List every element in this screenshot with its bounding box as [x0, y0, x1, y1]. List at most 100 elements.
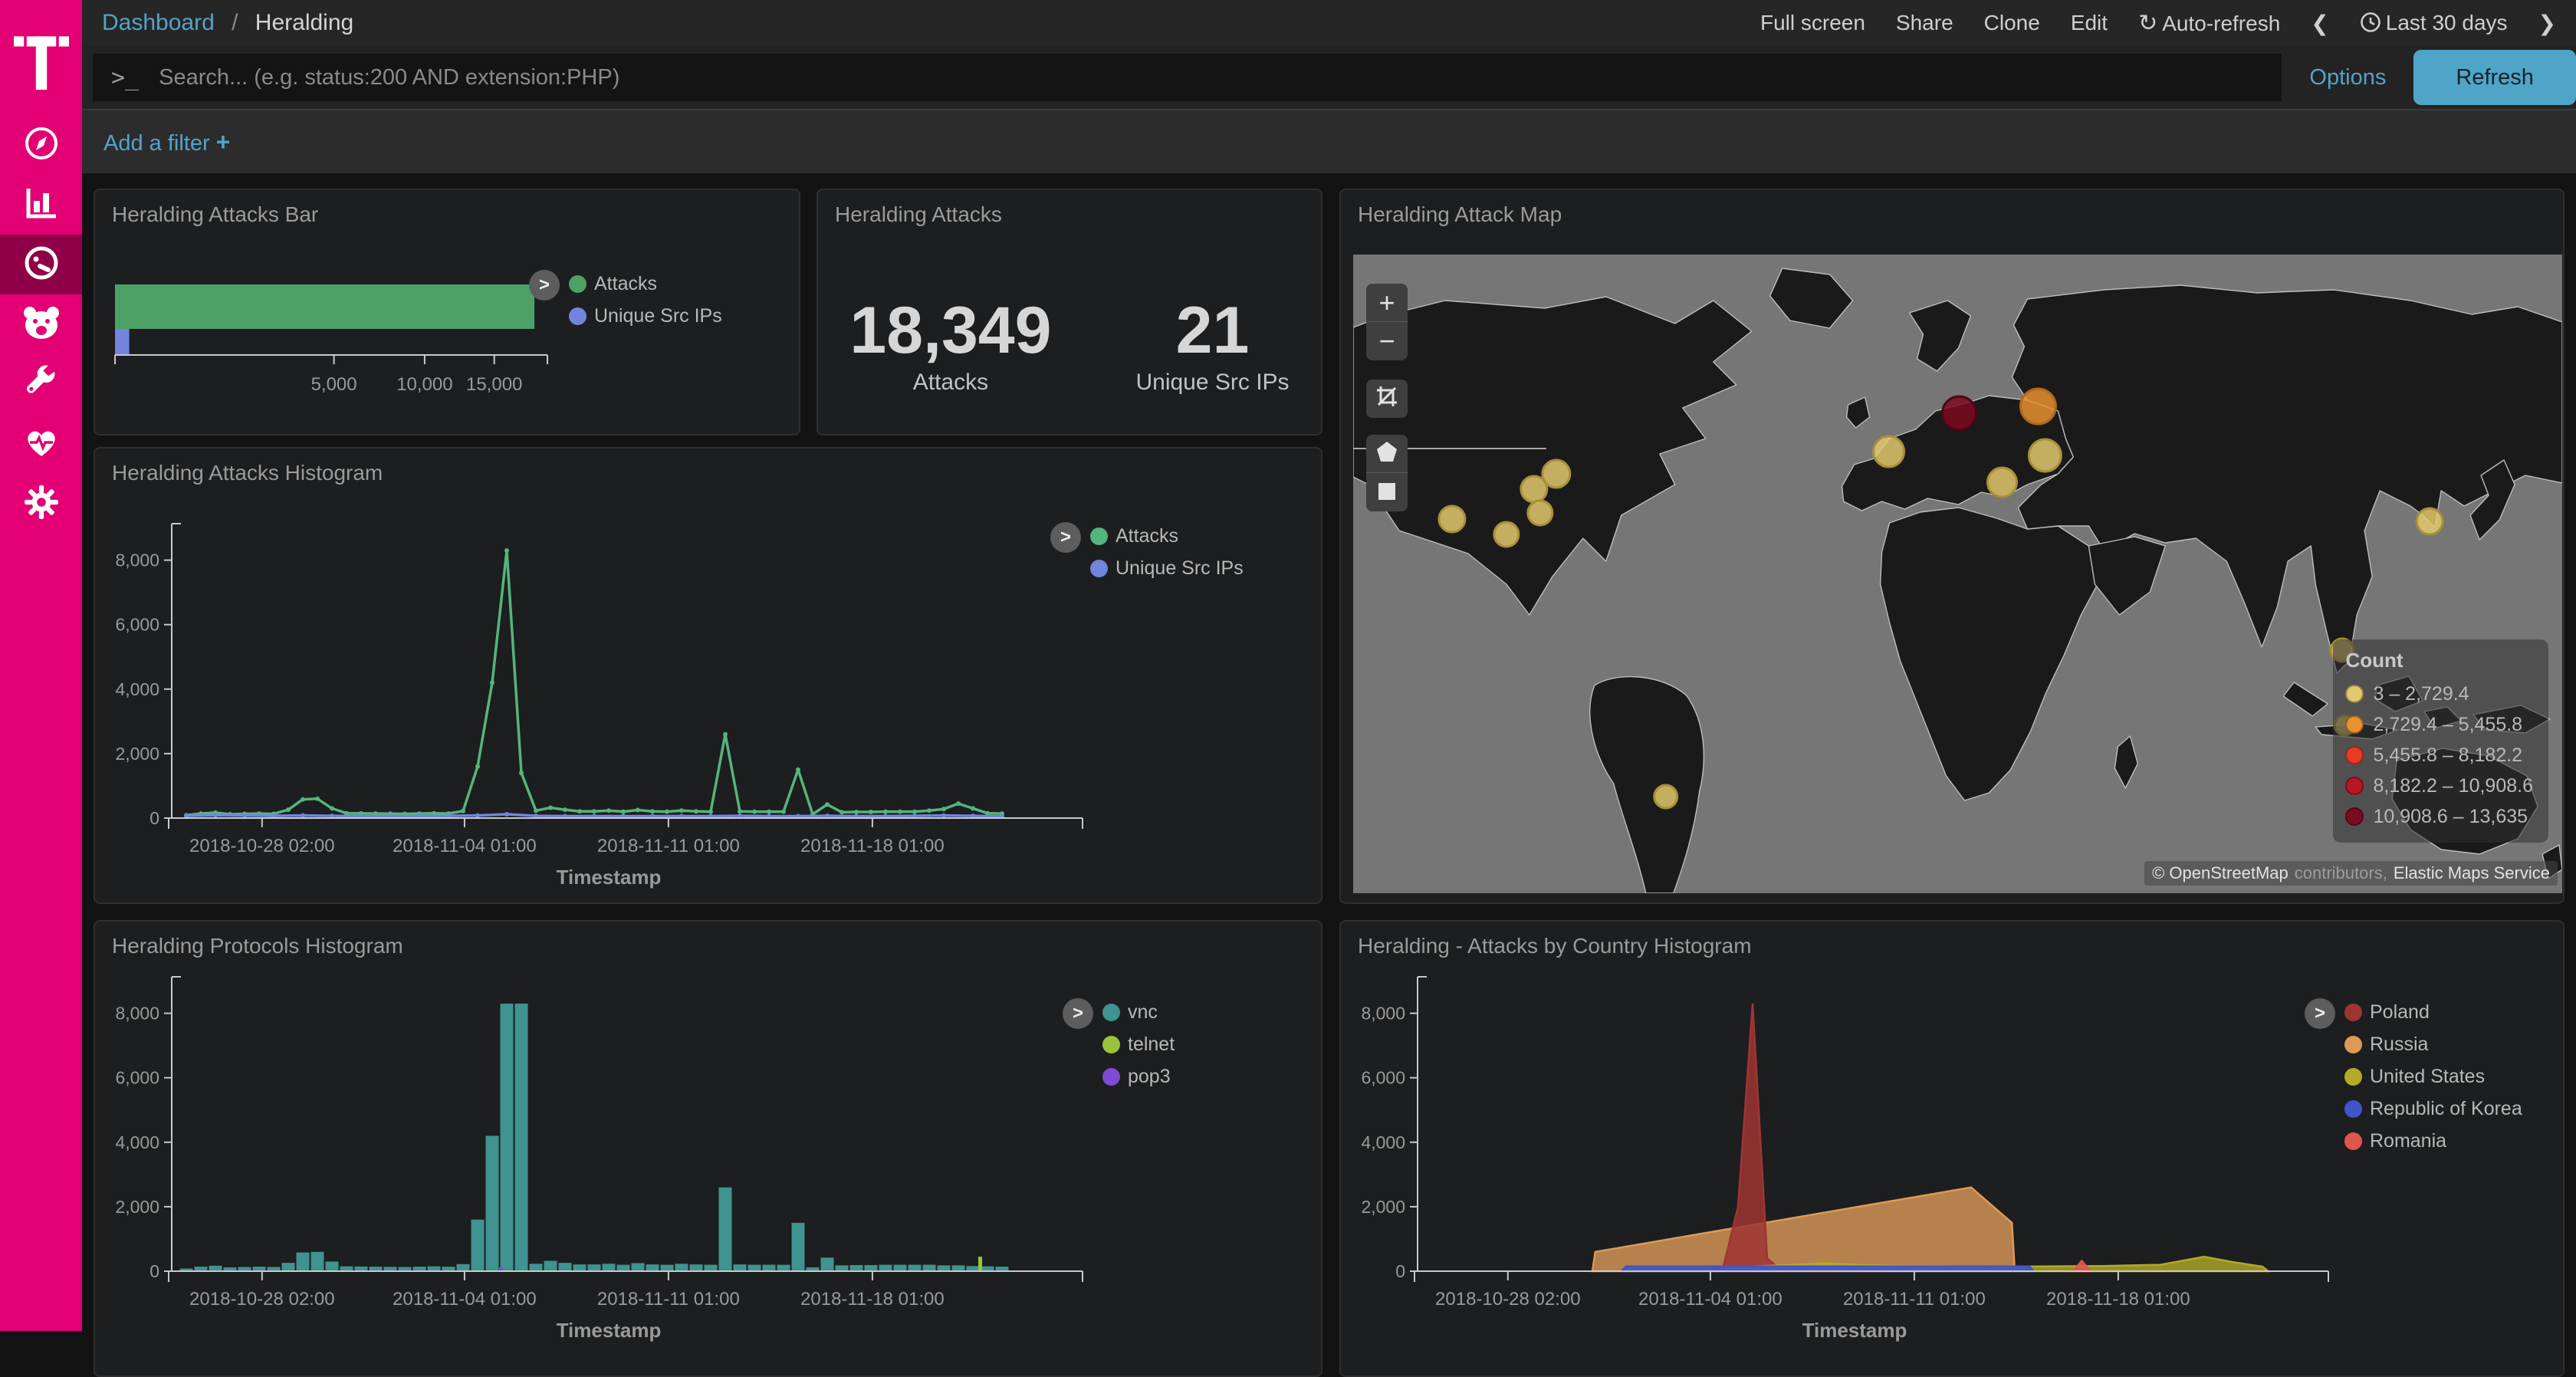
svg-text:2018-11-11 01:00: 2018-11-11 01:00 [597, 836, 740, 856]
bar-chart-icon [24, 186, 59, 225]
options-link[interactable]: Options [2309, 65, 2386, 90]
series-color-dot [2344, 1036, 2362, 1053]
world-map[interactable]: + − Count 3 – 2,729.42,729.4 – 5,455.85,… [1353, 255, 2562, 893]
svg-text:Timestamp: Timestamp [1802, 1319, 1907, 1342]
breadcrumb: Dashboard / Heralding [102, 10, 353, 36]
legend-item[interactable]: United States [2344, 1066, 2522, 1088]
legend-expand-icon[interactable]: > [2305, 998, 2335, 1029]
map-draw-rectangle-button[interactable] [1366, 473, 1408, 511]
legend-item[interactable]: Russia [2344, 1034, 2522, 1056]
svg-text:0: 0 [150, 808, 159, 828]
svg-text:2,000: 2,000 [115, 744, 159, 764]
time-range-button[interactable]: Last 30 days [2360, 10, 2508, 36]
sidebar-item-devtools[interactable] [0, 354, 82, 414]
map-zoom-out-button[interactable]: − [1366, 322, 1408, 360]
attack-marker [1521, 476, 1547, 502]
svg-text:0: 0 [1395, 1261, 1405, 1281]
svg-text:6,000: 6,000 [115, 1068, 159, 1088]
svg-text:8,000: 8,000 [115, 550, 159, 570]
map-draw-polygon-button[interactable] [1366, 435, 1408, 473]
wrench-icon [24, 365, 59, 404]
legend-item[interactable]: Romania [2344, 1130, 2522, 1152]
svg-text:Timestamp: Timestamp [557, 866, 662, 889]
sidebar-item-dashboard[interactable] [0, 235, 82, 294]
legend-item[interactable]: Attacks [1090, 525, 1244, 547]
add-filter-link[interactable]: Add a filter+ [104, 128, 230, 156]
legend-expand-icon[interactable]: > [529, 270, 560, 301]
attack-marker [2020, 389, 2055, 424]
auto-refresh-button[interactable]: ↻Auto-refresh [2138, 10, 2280, 37]
legend: > vnc telnet pop3 [1063, 998, 1175, 1088]
legend-expand-icon[interactable]: > [1050, 522, 1081, 553]
metric-label: Unique Src IPs [1135, 370, 1289, 396]
legend: > Poland Russia United States Republic of K… [2305, 998, 2522, 1152]
full-screen-button[interactable]: Full screen [1760, 11, 1865, 35]
legend-expand-icon[interactable]: > [1063, 998, 1093, 1029]
svg-text:2018-11-18 01:00: 2018-11-18 01:00 [800, 1289, 945, 1310]
series-color-dot [1102, 1036, 1120, 1053]
osm-link[interactable]: © OpenStreetMap [2152, 863, 2288, 882]
svg-text:0: 0 [150, 1261, 159, 1281]
panel-title: Heralding Attack Map [1358, 202, 1562, 227]
sidebar-item-management[interactable] [0, 474, 82, 534]
sidebar-item-tpot[interactable] [0, 294, 82, 354]
metric-label: Attacks [849, 370, 1051, 396]
map-zoom-in-button[interactable]: + [1366, 284, 1408, 322]
telekom-t-logo [0, 0, 82, 115]
legend: > Attacks Unique Src IPs [529, 270, 722, 327]
svg-text:4,000: 4,000 [115, 679, 159, 699]
map-legend-item: 2,729.4 – 5,455.8 [2345, 709, 2533, 740]
breadcrumb-separator: / [232, 10, 238, 35]
time-range-next-button[interactable]: ❯ [2538, 11, 2556, 36]
map-fit-bounds-button[interactable] [1366, 380, 1408, 418]
map-legend-item: 8,182.2 – 10,908.6 [2345, 771, 2533, 801]
legend-item[interactable]: telnet [1102, 1034, 1175, 1056]
panel-protocols-histogram: Heralding Protocols Histogram 02,0004,00… [94, 920, 1322, 1377]
map-legend-title: Count [2345, 649, 2533, 672]
share-button[interactable]: Share [1896, 11, 1953, 35]
heartbeat-icon [24, 426, 59, 462]
elastic-maps-link[interactable]: Elastic Maps Service [2394, 863, 2550, 882]
series-color-dot [569, 307, 586, 325]
series-color-dot [2344, 1068, 2362, 1086]
search-input[interactable] [159, 65, 2263, 90]
legend-item[interactable]: Poland [2344, 1001, 2522, 1024]
legend-item[interactable]: pop3 [1102, 1066, 1175, 1088]
svg-text:2018-11-11 01:00: 2018-11-11 01:00 [1843, 1289, 1986, 1310]
sidebar-item-visualize[interactable] [0, 175, 82, 235]
legend-item[interactable]: Unique Src IPs [1090, 557, 1244, 580]
metric-value: 18,349 [849, 296, 1051, 365]
attack-marker [1654, 785, 1677, 808]
attack-marker [2417, 508, 2443, 534]
attack-marker [1528, 501, 1552, 525]
refresh-button[interactable]: Refresh [2413, 50, 2576, 105]
svg-text:5,000: 5,000 [311, 374, 357, 395]
metric-unique-src-ips: 21 Unique Src IPs [1135, 296, 1289, 434]
gear-icon [24, 485, 59, 524]
legend-item[interactable]: vnc [1102, 1001, 1175, 1024]
map-attribution: © OpenStreetMapcontributors,Elastic Maps… [2144, 861, 2558, 886]
svg-text:2,000: 2,000 [115, 1197, 159, 1217]
sidebar-item-discover[interactable] [0, 115, 82, 175]
search-box: >_ [93, 54, 2282, 101]
edit-button[interactable]: Edit [2071, 11, 2108, 35]
series-color-dot [1102, 1004, 1120, 1021]
series-color-dot [2344, 1132, 2362, 1150]
svg-text:2018-10-28 02:00: 2018-10-28 02:00 [1435, 1289, 1581, 1310]
sidebar-item-monitoring[interactable] [0, 414, 82, 474]
panel-attack-map: Heralding Attack Map [1339, 189, 2564, 904]
breadcrumb-dashboard-link[interactable]: Dashboard [102, 10, 215, 35]
metric-value: 21 [1135, 296, 1289, 365]
filter-bar: Add a filter+ [82, 109, 2576, 173]
clock-icon [2360, 10, 2381, 35]
legend-item[interactable]: Republic of Korea [2344, 1098, 2522, 1120]
svg-text:4,000: 4,000 [1361, 1132, 1405, 1152]
time-range-prev-button[interactable]: ❮ [2311, 11, 2328, 36]
attack-marker [1439, 506, 1465, 532]
legend-item[interactable]: Attacks [569, 273, 722, 295]
map-legend-item: 3 – 2,729.4 [2345, 679, 2533, 709]
rectangle-icon [1377, 476, 1397, 508]
legend-item[interactable]: Unique Src IPs [569, 305, 722, 327]
series-color-dot [1090, 560, 1108, 577]
clone-button[interactable]: Clone [1984, 11, 2040, 35]
